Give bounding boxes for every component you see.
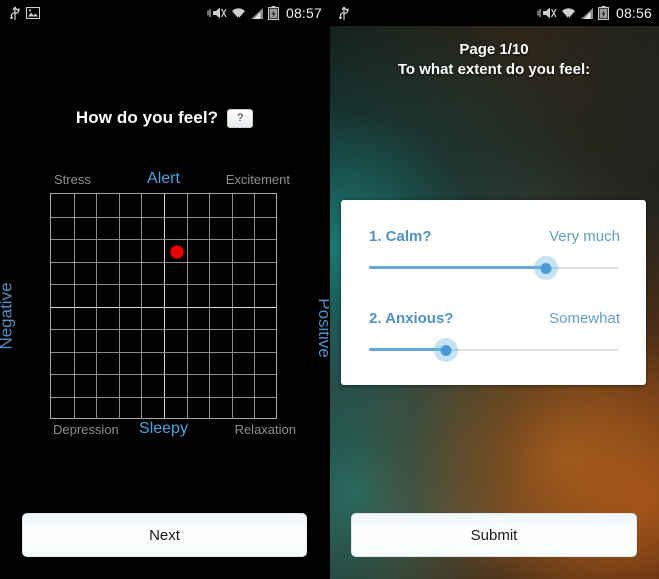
left-status-time: 08:57 [285,5,322,21]
question-2-slider[interactable] [369,338,618,362]
left-phone-screen: 08:57 How do you feel? ? Stress Alert Ex… [0,0,329,579]
mood-grid-screen: How do you feel? ? Stress Alert Exciteme… [0,26,329,579]
survey-header: Page 1/10 To what extent do you feel: [329,40,659,80]
slider-thumb[interactable] [440,345,452,356]
left-status-icons-left [9,6,40,21]
wifi-icon [231,7,245,20]
question-1-label: 1. Calm? [369,228,432,245]
left-status-bar: 08:57 [0,0,329,26]
slider-track-fill [369,266,546,269]
usb-icon [339,6,349,20]
battery-icon [598,6,609,20]
question-1-row: 1. Calm? Very much [341,228,646,245]
slider-thumb[interactable] [540,263,552,274]
signal-icon [250,7,263,19]
question-2-value: Somewhat [549,310,620,327]
signal-icon [580,7,593,19]
questions-card: 1. Calm? Very much 2. Anxious? Somewhat [341,200,646,385]
vibrate-mute-icon [207,7,227,19]
question-item-2: 2. Anxious? Somewhat [341,310,646,362]
right-status-time: 08:56 [615,5,652,21]
question-1-slider[interactable] [369,256,618,280]
battery-icon [268,6,279,20]
axis-label-excitement: Excitement [225,172,290,187]
mood-title-row: How do you feel? ? [0,108,329,128]
next-button[interactable]: Next [22,513,307,557]
page-indicator: Page 1/10 [459,41,529,58]
right-status-bar: 08:56 [329,0,659,26]
axis-label-relaxation: Relaxation [234,422,296,437]
image-icon [26,7,40,19]
question-item-1: 1. Calm? Very much [341,228,646,280]
help-button[interactable]: ? [227,108,254,128]
submit-button[interactable]: Submit [351,513,637,557]
right-phone-screen: 08:56 Page 1/10 To what extent do you fe… [329,0,659,579]
mood-grid[interactable] [50,193,277,419]
selected-mood-point[interactable] [170,245,184,259]
vibrate-mute-icon [537,7,557,19]
question-2-row: 2. Anxious? Somewhat [341,310,646,327]
survey-screen: Page 1/10 To what extent do you feel: 1.… [329,26,659,579]
question-1-value: Very much [549,228,620,245]
right-status-icons-left [338,6,350,21]
left-status-icons-right: 08:57 [207,5,322,21]
question-2-label: 2. Anxious? [369,310,454,327]
survey-prompt: To what extent do you feel: [397,61,591,78]
usb-icon [10,6,20,20]
wifi-icon [561,7,575,20]
axis-label-negative: Negative [0,282,16,350]
right-status-icons-right: 08:56 [537,5,652,21]
dual-phone-screenshot: 08:57 How do you feel? ? Stress Alert Ex… [0,0,659,579]
page-title: How do you feel? [75,108,219,127]
axis-label-positive: Positive [315,298,329,358]
phone-divider [329,0,330,579]
